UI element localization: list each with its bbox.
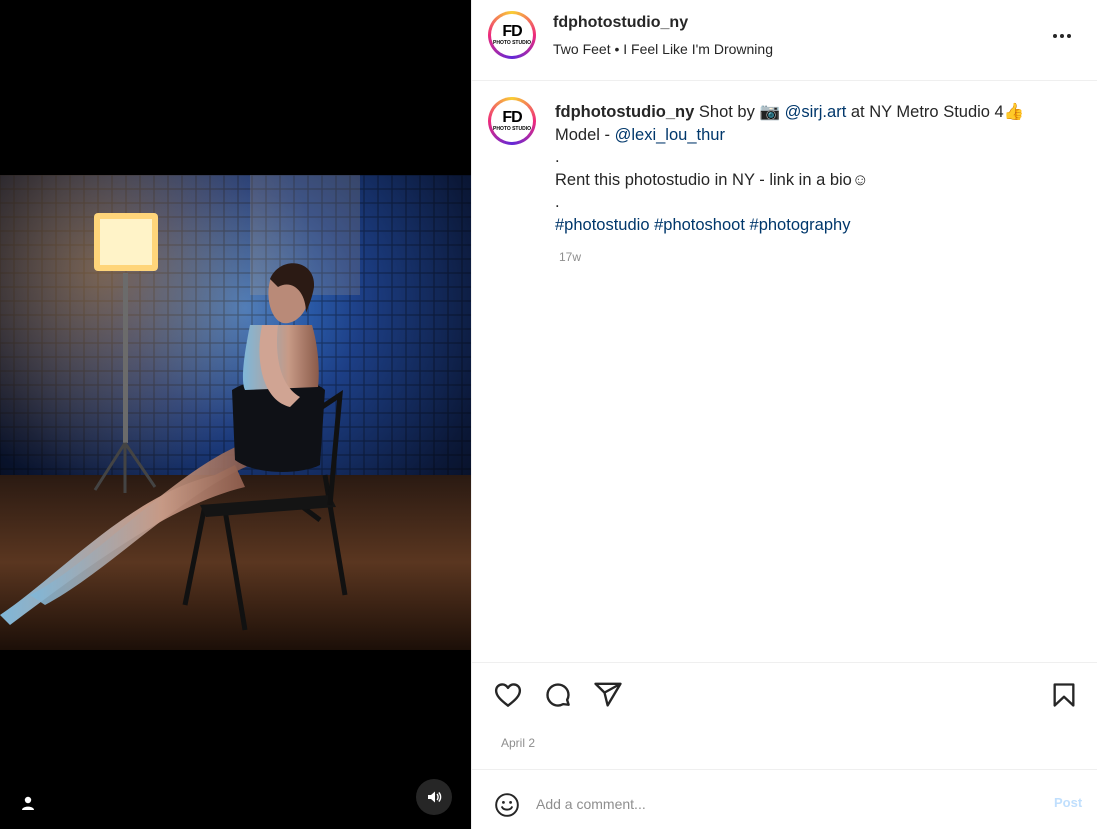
caption-line-rent: Rent this photostudio in NY - link in a … bbox=[555, 169, 1065, 192]
caption-line-1: fdphotostudio_ny Shot by 📷 @sirj.art at … bbox=[555, 101, 1065, 124]
post-media[interactable] bbox=[0, 0, 471, 829]
like-button[interactable] bbox=[492, 679, 524, 711]
post-details-panel: FD PHOTO STUDIO fdphotostudio_ny Two Fee… bbox=[471, 0, 1097, 829]
more-options-button[interactable] bbox=[1050, 24, 1074, 48]
post-date[interactable]: April 2 bbox=[501, 736, 535, 750]
caption-avatar-logo-text: FD bbox=[502, 109, 522, 126]
hashtag-photostudio[interactable]: #photostudio bbox=[555, 216, 650, 234]
post-comment-button[interactable]: Post bbox=[1054, 795, 1082, 810]
avatar-logo-text: FD bbox=[502, 23, 522, 40]
share-icon bbox=[594, 682, 622, 707]
comment-input[interactable] bbox=[536, 790, 1016, 818]
hashtag-photography[interactable]: #photography bbox=[750, 216, 851, 234]
person-icon bbox=[22, 796, 34, 810]
caption-timestamp[interactable]: 17w bbox=[559, 250, 581, 264]
caption-username[interactable]: fdphotostudio_ny bbox=[555, 103, 694, 121]
avatar-logo: FD PHOTO STUDIO bbox=[491, 14, 533, 56]
audio-track-link[interactable]: Two Feet • I Feel Like I'm Drowning bbox=[553, 41, 773, 57]
share-button[interactable] bbox=[592, 679, 624, 711]
caption-avatar-logo-subtext: PHOTO STUDIO bbox=[493, 126, 531, 132]
comment-button[interactable] bbox=[542, 679, 574, 711]
header-username[interactable]: fdphotostudio_ny bbox=[553, 14, 688, 32]
caption-line-2: Model - @lexi_lou_thur bbox=[555, 124, 1065, 147]
camera-emoji: 📷 bbox=[759, 103, 781, 121]
caption-studio: at NY Metro Studio 4 bbox=[850, 103, 1004, 121]
caption-dot-1: . bbox=[555, 148, 560, 166]
audio-toggle-button[interactable] bbox=[416, 779, 452, 815]
photographer-mention[interactable]: @sirj.art bbox=[785, 103, 847, 121]
caption-model-label: Model - bbox=[555, 125, 611, 144]
caption-avatar[interactable]: FD PHOTO STUDIO bbox=[488, 97, 536, 145]
tagged-users-button[interactable] bbox=[16, 791, 40, 815]
smiley-icon bbox=[495, 793, 519, 817]
speaker-icon bbox=[428, 791, 442, 803]
hashtag-photoshoot[interactable]: #photoshoot bbox=[654, 216, 745, 234]
post-actions-section: April 2 bbox=[472, 662, 1097, 770]
comment-icon bbox=[546, 683, 570, 707]
post-header: FD PHOTO STUDIO fdphotostudio_ny Two Fee… bbox=[472, 0, 1097, 81]
emoji-picker-button[interactable] bbox=[494, 792, 520, 818]
save-button[interactable] bbox=[1048, 679, 1080, 711]
post-photo bbox=[0, 175, 471, 650]
caption-dot-2: . bbox=[555, 193, 560, 211]
caption-hashtags: #photostudio #photoshoot #photography bbox=[555, 214, 1065, 237]
model-mention[interactable]: @lexi_lou_thur bbox=[615, 126, 725, 144]
caption-rent-text: Rent this photostudio in NY - link in a … bbox=[555, 170, 852, 189]
avatar[interactable]: FD PHOTO STUDIO bbox=[488, 11, 536, 59]
smile-emoji: ☺ bbox=[851, 170, 869, 189]
more-horizontal-icon bbox=[1053, 34, 1071, 38]
comment-bar: Post bbox=[472, 770, 1097, 829]
bookmark-icon bbox=[1053, 683, 1075, 707]
caption-avatar-logo: FD PHOTO STUDIO bbox=[491, 100, 533, 142]
caption-shot-by: Shot by bbox=[698, 103, 755, 121]
thumbs-up-emoji: 👍 bbox=[1003, 103, 1025, 121]
heart-icon bbox=[494, 683, 522, 707]
post-caption: fdphotostudio_ny Shot by 📷 @sirj.art at … bbox=[555, 101, 1065, 236]
avatar-logo-subtext: PHOTO STUDIO bbox=[493, 40, 531, 46]
